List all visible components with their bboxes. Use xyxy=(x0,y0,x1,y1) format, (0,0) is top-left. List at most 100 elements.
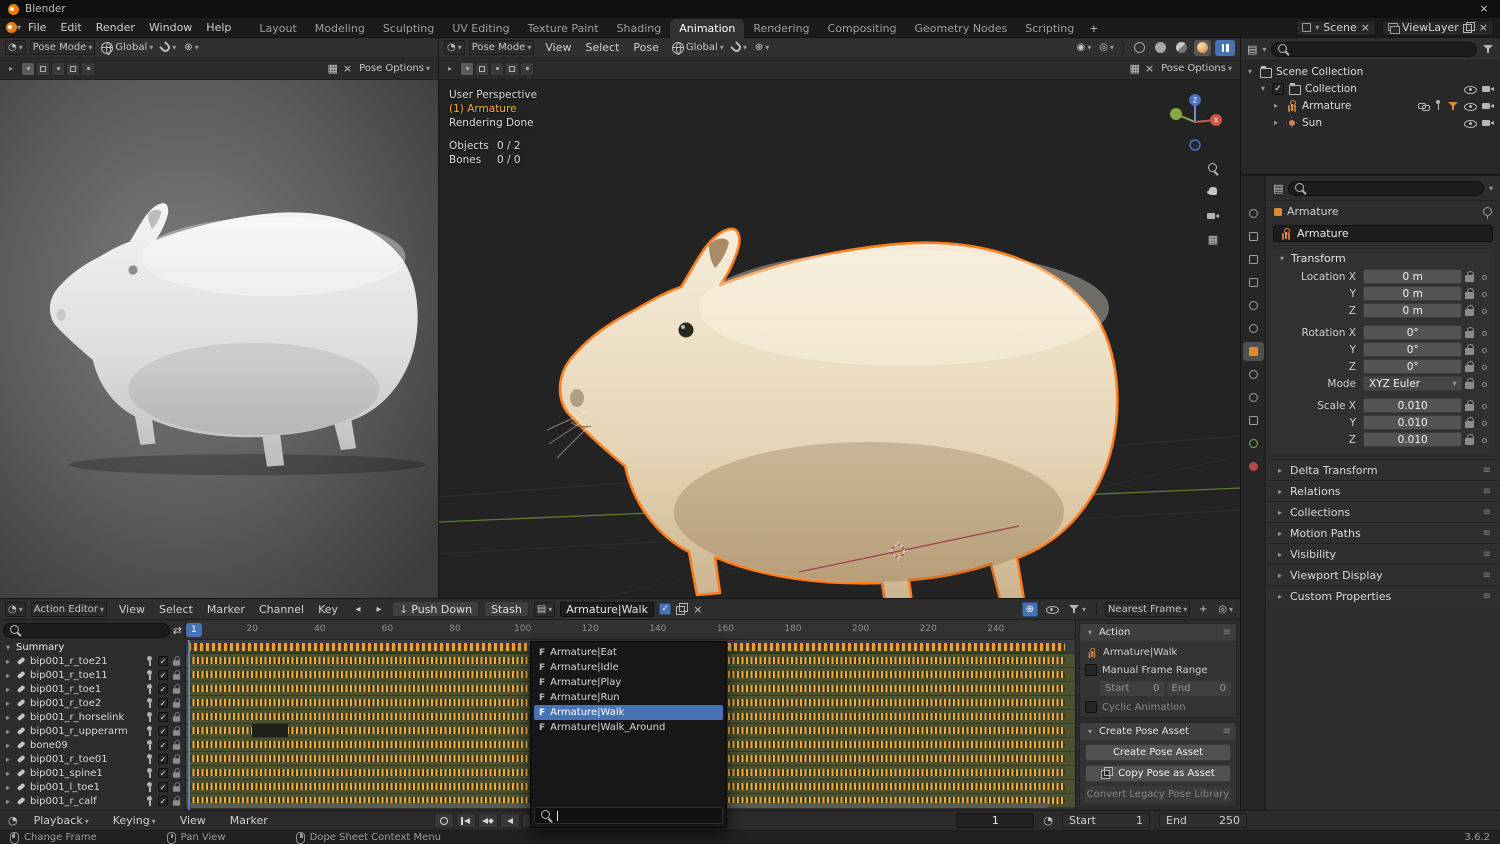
pin-icon[interactable] xyxy=(145,782,155,793)
dope-menu-marker[interactable]: Marker xyxy=(200,602,252,617)
shading-rendered-button[interactable] xyxy=(1194,40,1211,56)
unlink-scene-icon[interactable]: × xyxy=(1361,21,1370,34)
show-gizmo-toggle[interactable]: ◉▾ xyxy=(1075,40,1094,55)
hide-in-viewport-icon[interactable] xyxy=(1463,82,1477,95)
current-frame-line[interactable] xyxy=(188,640,190,810)
select-mode-pill[interactable] xyxy=(490,62,504,76)
action-option-armature-idle[interactable]: FArmature|Idle xyxy=(534,660,723,675)
channel-bip001-r-horselink[interactable]: ▸bip001_r_horselink xyxy=(0,710,185,724)
dropdown-search-input[interactable] xyxy=(534,807,723,824)
lock-icon[interactable] xyxy=(172,684,181,694)
start-frame-field[interactable]: Start0 xyxy=(1100,681,1165,696)
start-frame-field[interactable]: Start1 xyxy=(1062,813,1150,828)
expand-icon[interactable]: ▸ xyxy=(445,64,455,73)
menu-file[interactable]: File xyxy=(21,20,53,35)
channel-bip001-r-toe11[interactable]: ▸bip001_r_toe11 xyxy=(0,668,185,682)
channel-bip001-r-toe1[interactable]: ▸bip001_r_toe1 xyxy=(0,682,185,696)
select-mode-pill[interactable] xyxy=(475,62,489,76)
y-field[interactable]: 0 m xyxy=(1363,286,1462,301)
channel-summary[interactable]: ▾Summary xyxy=(0,640,185,654)
lock-icon[interactable] xyxy=(172,698,181,708)
panel-delta-transform[interactable]: ▸Delta Transform≡ xyxy=(1266,459,1500,480)
pin-icon[interactable] xyxy=(145,768,155,779)
object-name-field[interactable]: Armature xyxy=(1273,225,1493,242)
properties-tab-physics[interactable] xyxy=(1243,388,1264,407)
channel-enable-checkbox[interactable] xyxy=(158,768,168,778)
expand-icon[interactable]: ▸ xyxy=(1271,118,1281,127)
select-mode-pill[interactable] xyxy=(51,62,65,76)
filter-dropdown[interactable]: ▾ xyxy=(1066,602,1088,617)
playback-menu-view[interactable]: View xyxy=(173,813,213,828)
snap-toggle[interactable]: ▾ xyxy=(730,40,749,55)
current-frame-field[interactable]: 1 xyxy=(956,813,1034,828)
playback-menu-marker[interactable]: Marker xyxy=(223,813,275,828)
ruler[interactable]: 20406080100120140160180200220240 xyxy=(186,620,1075,640)
viewport-menu-pose[interactable]: Pose xyxy=(626,40,665,55)
end-frame-field[interactable]: End0 xyxy=(1167,681,1232,696)
lock-icon[interactable] xyxy=(1464,305,1475,317)
outliner-row-armature[interactable]: ▸Armature xyxy=(1241,97,1500,114)
collapse-icon[interactable]: ▾ xyxy=(1258,84,1268,93)
animate-dot[interactable] xyxy=(1478,433,1491,446)
disable-in-renders-icon[interactable] xyxy=(1481,82,1495,95)
menu-render[interactable]: Render xyxy=(89,20,142,35)
outliner-row-collection[interactable]: ▾Collection xyxy=(1241,80,1500,97)
channel-enable-checkbox[interactable] xyxy=(158,726,168,736)
expand-icon[interactable]: ▸ xyxy=(3,671,13,680)
lock-icon[interactable] xyxy=(172,796,181,806)
properties-tab-view-layer[interactable] xyxy=(1243,273,1264,292)
channel-bip001-l-toe1[interactable]: ▸bip001_l_toe1 xyxy=(0,780,185,794)
fullscreen-icon[interactable]: ▦ xyxy=(327,62,337,75)
lock-icon[interactable] xyxy=(1464,400,1475,412)
zoom-icon[interactable] xyxy=(1207,162,1220,175)
lock-icon[interactable] xyxy=(1464,434,1475,446)
add-workspace-button[interactable]: + xyxy=(1083,19,1104,38)
action-option-armature-walk-around[interactable]: FArmature|Walk_Around xyxy=(534,720,723,735)
unlink-action-icon[interactable]: × xyxy=(693,603,702,616)
duplicate-action-icon[interactable] xyxy=(676,603,688,615)
properties-search-input[interactable] xyxy=(1288,181,1484,196)
channel-enable-checkbox[interactable] xyxy=(158,698,168,708)
properties-tab-constraints[interactable] xyxy=(1243,411,1264,430)
lock-icon[interactable] xyxy=(172,754,181,764)
collection-checkbox[interactable] xyxy=(1272,83,1284,95)
expand-icon[interactable]: ▸ xyxy=(3,769,13,778)
dope-menu-view[interactable]: View xyxy=(112,602,152,617)
channel-bip001-r-upperarm[interactable]: ▸bip001_r_upperarm xyxy=(0,724,185,738)
select-mode-pill[interactable] xyxy=(36,62,50,76)
outliner-editor-icon[interactable]: ▤ xyxy=(1247,43,1257,56)
pin-id-icon[interactable] xyxy=(1483,207,1492,216)
pin-icon[interactable] xyxy=(145,754,155,765)
animate-dot[interactable] xyxy=(1478,416,1491,429)
shading-solid-button[interactable] xyxy=(1152,40,1169,56)
pose-options-dropdown[interactable]: Pose Options▾ xyxy=(357,61,432,76)
snap-mode-dropdown[interactable]: Nearest Frame▾ xyxy=(1105,602,1190,617)
hide-in-viewport-icon[interactable] xyxy=(1463,99,1477,112)
clay-viewport-canvas[interactable] xyxy=(0,80,438,598)
hide-in-viewport-icon[interactable] xyxy=(1463,116,1477,129)
scene-selector[interactable]: ▾ Scene × xyxy=(1296,20,1376,36)
mode-selector[interactable]: Pose Mode▾ xyxy=(30,40,96,55)
menu-help[interactable]: Help xyxy=(199,20,238,35)
lock-icon[interactable] xyxy=(1464,417,1475,429)
only-selected-toggle[interactable]: ⊕ xyxy=(1022,602,1038,617)
tab-shading[interactable]: Shading xyxy=(608,19,671,38)
create-pose-asset-button[interactable]: Create Pose Asset xyxy=(1085,744,1231,761)
properties-tab-material[interactable] xyxy=(1243,457,1264,476)
record-button[interactable] xyxy=(434,813,454,828)
tab-rendering[interactable]: Rendering xyxy=(744,19,818,38)
tab-sculpting[interactable]: Sculpting xyxy=(374,19,443,38)
blender-menu-icon[interactable] xyxy=(6,22,17,33)
transform-panel-header[interactable]: ▾ Transform xyxy=(1271,249,1495,268)
channel-enable-checkbox[interactable] xyxy=(158,754,168,764)
cyclic-animation-row[interactable]: Cyclic Animation xyxy=(1085,700,1231,714)
cyclic-animation-checkbox[interactable] xyxy=(1085,701,1097,713)
manual-frame-range-row[interactable]: Manual Frame Range xyxy=(1085,663,1231,677)
panel-motion-paths[interactable]: ▸Motion Paths≡ xyxy=(1266,522,1500,543)
z-field[interactable]: 0° xyxy=(1363,359,1462,374)
lock-icon[interactable] xyxy=(1464,361,1475,373)
camera-view-icon[interactable] xyxy=(1206,209,1220,222)
select-mode-pill[interactable] xyxy=(81,62,95,76)
panel-relations[interactable]: ▸Relations≡ xyxy=(1266,480,1500,501)
lock-icon[interactable] xyxy=(172,670,181,680)
